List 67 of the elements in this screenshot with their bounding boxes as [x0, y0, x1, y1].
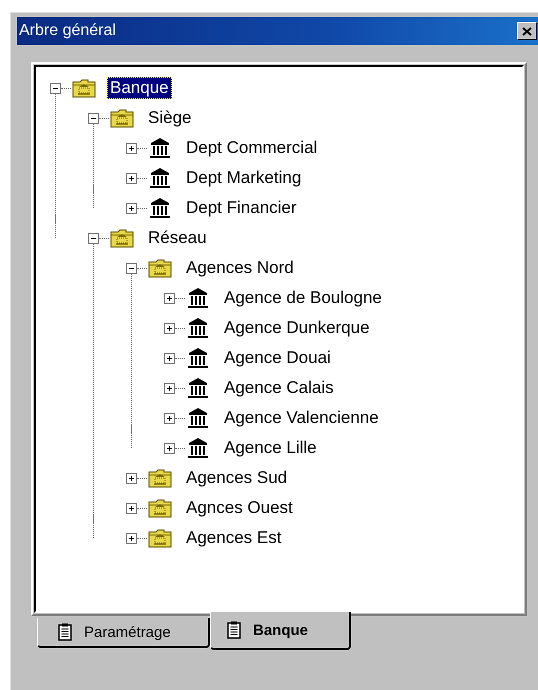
close-icon	[522, 26, 532, 36]
tree-item[interactable]: Dept Commercial	[183, 137, 320, 159]
plus-icon	[127, 144, 136, 152]
bank-icon	[187, 437, 209, 459]
bank-icon	[149, 197, 171, 219]
bank-icon	[187, 377, 209, 399]
tree-toggle[interactable]	[164, 442, 175, 454]
tree-item[interactable]: Siège	[145, 107, 194, 129]
bank-icon	[187, 287, 209, 309]
plus-icon	[127, 474, 136, 482]
tree-item[interactable]: Banque	[107, 77, 172, 99]
tree-item[interactable]: Agences Nord	[183, 257, 297, 279]
tree-toggle[interactable]	[126, 532, 137, 544]
clipboard-icon	[227, 621, 241, 639]
bank-icon	[149, 137, 171, 159]
tab[interactable]: Paramétrage	[37, 618, 210, 648]
bank-folder-icon	[148, 258, 172, 278]
tab[interactable]: Banque	[210, 612, 351, 650]
plus-icon	[127, 174, 136, 182]
bank-folder-icon	[148, 498, 172, 518]
tree-toggle[interactable]	[164, 412, 175, 424]
tree-toggle[interactable]	[164, 352, 175, 364]
tree-item[interactable]: Agence Dunkerque	[221, 317, 373, 339]
tree-toggle[interactable]	[126, 202, 137, 214]
clipboard-icon	[58, 623, 72, 641]
tree-toggle[interactable]	[126, 262, 137, 274]
plus-icon	[127, 204, 136, 212]
plus-icon	[165, 324, 174, 332]
bank-folder-icon	[110, 228, 134, 248]
plus-icon	[165, 444, 174, 452]
tree-toggle[interactable]	[50, 82, 61, 94]
tree-toggle[interactable]	[126, 142, 137, 154]
tree-toggle[interactable]	[88, 112, 99, 124]
tree-toggle[interactable]	[88, 232, 99, 244]
tree-item[interactable]: Agence de Boulogne	[221, 287, 385, 309]
bank-folder-icon	[148, 468, 172, 488]
tree-item[interactable]: Agence Calais	[221, 377, 337, 399]
bank-icon	[187, 317, 209, 339]
tree-item[interactable]: Agence Valencienne	[221, 407, 382, 429]
tree-item[interactable]: Agences Sud	[183, 467, 290, 489]
tree-toggle[interactable]	[164, 382, 175, 394]
bank-icon	[149, 167, 171, 189]
tree-item[interactable]: Agence Lille	[221, 437, 320, 459]
plus-icon	[165, 384, 174, 392]
close-button[interactable]	[517, 22, 537, 40]
tree-item[interactable]: Dept Financier	[183, 197, 300, 219]
bank-folder-icon	[110, 108, 134, 128]
bank-icon	[187, 347, 209, 369]
tree-item[interactable]: Agnces Ouest	[183, 497, 296, 519]
tree-item[interactable]: Réseau	[145, 227, 210, 249]
plus-icon	[165, 354, 174, 362]
tree-item[interactable]: Agence Douai	[221, 347, 334, 369]
tree-item[interactable]: Dept Marketing	[183, 167, 304, 189]
tree-toggle[interactable]	[126, 172, 137, 184]
window-title: Arbre général	[19, 22, 116, 40]
bank-icon	[187, 407, 209, 429]
tree-item[interactable]: Agences Est	[183, 527, 284, 549]
tree-toggle[interactable]	[126, 472, 137, 484]
plus-icon	[165, 294, 174, 302]
plus-icon	[165, 414, 174, 422]
tree-toggle[interactable]	[126, 502, 137, 514]
tree-toggle[interactable]	[164, 292, 175, 304]
bank-folder-icon	[72, 78, 96, 98]
plus-icon	[127, 534, 136, 542]
tree-toggle[interactable]	[164, 322, 175, 334]
bank-folder-icon	[148, 528, 172, 548]
plus-icon	[127, 504, 136, 512]
